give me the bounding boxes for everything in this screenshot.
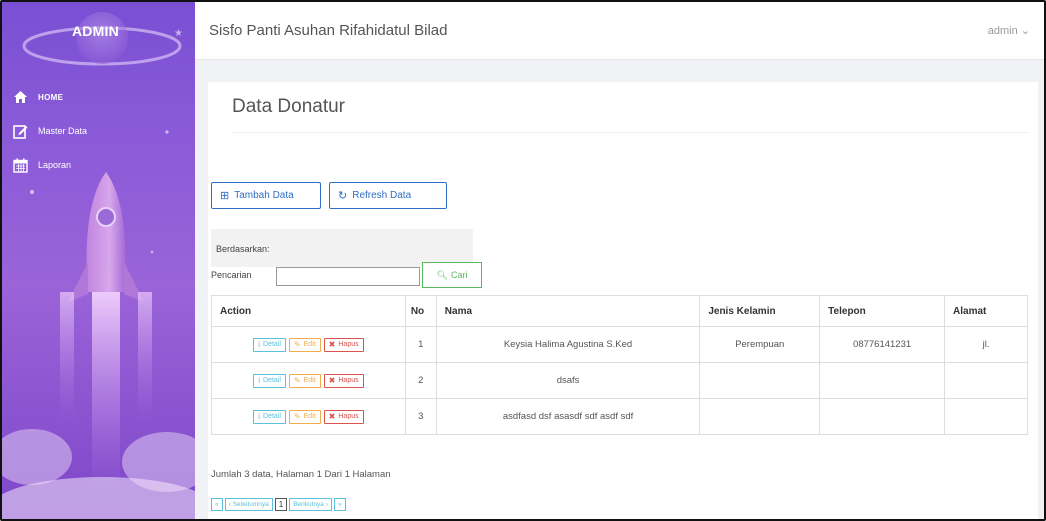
add-data-button[interactable]: ⊞ Tambah Data	[211, 182, 321, 209]
cell-alamat: jl.	[944, 326, 1028, 363]
refresh-icon: ↻	[338, 190, 348, 202]
edit-button[interactable]: ✎ Edit	[288, 373, 321, 388]
user-menu[interactable]: admin ⌄	[988, 24, 1030, 37]
calendar-icon	[12, 157, 28, 173]
cell-jenis-kelamin	[699, 398, 821, 435]
delete-button[interactable]: ✖ Hapus	[323, 337, 364, 352]
app-title: Sisfo Panti Asuhan Rifahidatul Bilad	[209, 22, 448, 39]
delete-button[interactable]: ✖ Hapus	[323, 409, 364, 424]
cell-no: 2	[404, 362, 437, 399]
app-frame: ADMIN ★ HOME Master Data Laporan Sisfo P…	[0, 0, 1046, 521]
delete-label: Hapus	[338, 413, 359, 420]
home-icon	[12, 89, 28, 105]
cell-nama: asdfasd dsf asasdf sdf asdf sdf	[435, 398, 701, 435]
first-page-button[interactable]: «	[211, 498, 223, 511]
detail-button[interactable]: i Detail	[253, 409, 286, 424]
table-row: i Detail ✎ Edit ✖ Hapus 2 dsafs	[211, 362, 1028, 399]
add-data-label: Tambah Data	[234, 190, 294, 201]
info-icon: i	[258, 340, 260, 349]
close-icon: ✖	[328, 340, 336, 349]
row-actions: i Detail ✎ Edit ✖ Hapus	[211, 398, 406, 435]
prev-page-button[interactable]: ‹ Sebelumnya	[224, 498, 273, 511]
cell-alamat	[944, 398, 1028, 435]
filter-label: Berdasarkan:	[216, 244, 270, 254]
next-page-button[interactable]: Berikutnya ›	[289, 498, 332, 511]
sidebar-item-home[interactable]: HOME	[2, 80, 195, 114]
cell-no: 1	[404, 326, 437, 363]
detail-label: Detail	[263, 341, 281, 348]
table-header-row: Action No Nama Jenis Kelamin Telepon Ala…	[211, 295, 1028, 327]
delete-label: Hapus	[338, 341, 359, 348]
search-button[interactable]: 🔍︎ Cari	[422, 262, 482, 288]
info-icon: i	[258, 376, 260, 385]
pin-icon[interactable]: ★	[174, 28, 183, 39]
search-input[interactable]	[276, 267, 420, 286]
detail-label: Detail	[263, 413, 281, 420]
info-icon: i	[258, 412, 260, 421]
col-header-nama: Nama	[435, 295, 701, 327]
col-header-telepon: Telepon	[819, 295, 946, 327]
sidebar: ADMIN ★ HOME Master Data Laporan	[2, 2, 195, 519]
search-button-label: Cari	[450, 270, 468, 280]
sidebar-item-master-data[interactable]: Master Data	[2, 114, 195, 148]
last-page-button[interactable]: »	[333, 498, 346, 511]
detail-button[interactable]: i Detail	[253, 373, 286, 388]
col-header-alamat: Alamat	[944, 295, 1028, 327]
row-actions: i Detail ✎ Edit ✖ Hapus	[211, 326, 406, 363]
row-actions: i Detail ✎ Edit ✖ Hapus	[211, 362, 406, 399]
edit-icon	[12, 123, 28, 139]
divider	[232, 132, 1028, 133]
edit-button[interactable]: ✎ Edit	[288, 409, 321, 424]
detail-button[interactable]: i Detail	[253, 337, 286, 352]
current-page[interactable]: 1	[274, 498, 288, 511]
sidebar-item-label: HOME	[38, 92, 64, 102]
cell-nama: dsafs	[435, 362, 701, 399]
edit-label: Edit	[303, 341, 316, 348]
refresh-data-button[interactable]: ↻ Refresh Data	[329, 182, 447, 209]
cell-telepon	[819, 398, 946, 435]
page-title: Data Donatur	[232, 96, 346, 117]
sidebar-nav: HOME Master Data Laporan	[2, 80, 195, 182]
col-header-action: Action	[211, 295, 406, 327]
pencil-icon: ✎	[293, 376, 301, 385]
brand-title: ADMIN	[72, 23, 119, 39]
content-panel: Data Donatur ⊞ Tambah Data ↻ Refresh Dat…	[208, 82, 1038, 519]
col-header-no: No	[404, 295, 437, 327]
col-header-jenis-kelamin: Jenis Kelamin	[699, 295, 821, 327]
cell-jenis-kelamin: Perempuan	[699, 326, 821, 363]
cell-jenis-kelamin	[699, 362, 821, 399]
search-icon: 🔍︎	[436, 269, 448, 280]
topbar: Sisfo Panti Asuhan Rifahidatul Bilad adm…	[195, 2, 1044, 60]
edit-label: Edit	[303, 413, 316, 420]
cell-telepon	[819, 362, 946, 399]
delete-button[interactable]: ✖ Hapus	[323, 373, 364, 388]
donatur-table: Action No Nama Jenis Kelamin Telepon Ala…	[211, 295, 1028, 435]
cell-nama: Keysia Halima Agustina S.Ked	[435, 326, 701, 363]
sidebar-item-label: Master Data	[38, 126, 88, 136]
pencil-icon: ✎	[293, 412, 301, 421]
delete-label: Hapus	[338, 377, 359, 384]
edit-button[interactable]: ✎ Edit	[288, 337, 321, 352]
close-icon: ✖	[328, 412, 336, 421]
sidebar-item-laporan[interactable]: Laporan	[2, 148, 195, 182]
search-label: Pencarian	[211, 270, 252, 280]
edit-label: Edit	[303, 377, 316, 384]
close-icon: ✖	[328, 376, 336, 385]
detail-label: Detail	[263, 377, 281, 384]
cell-alamat	[944, 362, 1028, 399]
cell-no: 3	[404, 398, 437, 435]
refresh-data-label: Refresh Data	[352, 190, 412, 201]
table-row: i Detail ✎ Edit ✖ Hapus 1 Keysia Halima Agu…	[211, 326, 1028, 363]
sidebar-item-label: Laporan	[38, 160, 72, 170]
table-row: i Detail ✎ Edit ✖ Hapus 3 asdfasd dsf asasd…	[211, 398, 1028, 435]
plus-square-icon: ⊞	[220, 190, 230, 202]
pagination: « ‹ Sebelumnya 1 Berikutnya › »	[211, 498, 346, 511]
cell-telepon: 08776141231	[819, 326, 946, 363]
pencil-icon: ✎	[293, 340, 301, 349]
pagination-summary: Jumlah 3 data, Halaman 1 Dari 1 Halaman	[211, 469, 391, 480]
